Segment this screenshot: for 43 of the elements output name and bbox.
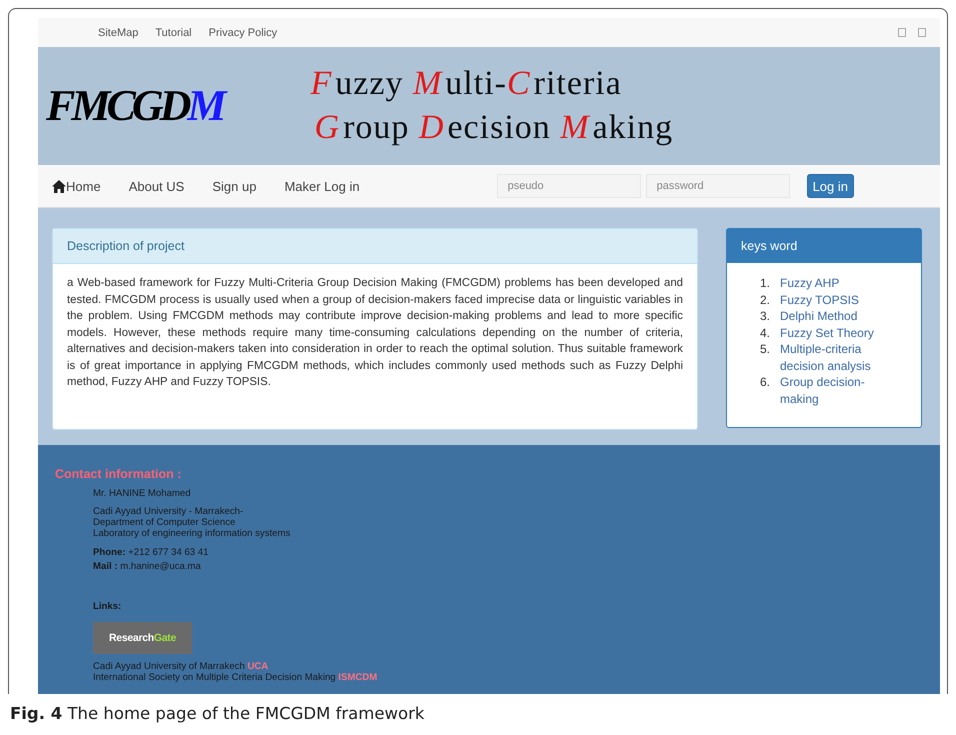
- keyword-link[interactable]: Group decision-making: [780, 374, 890, 407]
- figure-caption: Fig. 4 The home page of the FMCGDM framework: [10, 704, 426, 723]
- input-field[interactable]: pseudo: [496, 174, 641, 198]
- input-field[interactable]: password: [646, 174, 790, 198]
- keyword-link[interactable]: Delphi Method: [780, 308, 890, 324]
- contact-name: Mr. HANINE Mohamed: [93, 488, 192, 499]
- list-number: 6.: [760, 374, 772, 391]
- nav-link[interactable]: Sign up: [212, 178, 256, 194]
- square-icon[interactable]: [898, 28, 906, 37]
- banner-title: Group Decision Making: [314, 108, 674, 148]
- address-line: Cadi Ayyad University - Marrakech-: [93, 506, 244, 517]
- links-label: Links:: [93, 601, 122, 612]
- list-number: 5.: [760, 341, 772, 358]
- keyword-link[interactable]: Multiple-criteria decision analysis: [780, 341, 890, 374]
- banner-title: Fuzzy Multi-Criteria: [310, 64, 623, 104]
- link-line: International Society on Multiple Criteria Decision Making ISMCDM: [93, 672, 378, 683]
- panel-title: keys word: [727, 229, 921, 263]
- logo: FMCGDM: [45, 80, 226, 132]
- top-link[interactable]: SiteMap: [98, 26, 138, 38]
- login-button[interactable]: Log in: [806, 174, 854, 198]
- square-icon[interactable]: [918, 28, 926, 37]
- home-icon: [52, 180, 66, 192]
- keyword-link[interactable]: Fuzzy AHP: [780, 275, 890, 292]
- list-number: 4.: [760, 324, 772, 341]
- keyword-link[interactable]: Fuzzy TOPSIS: [780, 292, 890, 308]
- link-line: Cadi Ayyad University of Marrakech UCA: [93, 661, 270, 672]
- panel-title: Description of project: [53, 229, 697, 264]
- address-line: Laboratory of engineering information systems: [93, 528, 292, 539]
- nav-link[interactable]: About US: [128, 178, 184, 194]
- address-line: Department of Computer Science: [93, 517, 236, 528]
- list-number: 1.: [760, 275, 772, 292]
- description-text: a Web-based framework for Fuzzy Multi-Criteria Group Decision Making (FMCGDM) problems has been developed and tested. FMCGDM process is usually used when a group of decision-makers faced imprecise data or linguistic variables in the problem. Using FMCGDM methods may contribute improve decision-making problems and lead to more specific models. However, these methods require many time-consuming calculations depending on the number of criteria, alternatives and decision-makers taken into consideration in order to reach the optimal solution. Thus suitable framework is of great importance in applying FMCGDM methods, which includes commonly used methods such as Fuzzy Delphi method, Fuzzy AHP and Fuzzy TOPSIS.: [66, 276, 684, 390]
- nav-link[interactable]: Maker Log in: [284, 178, 360, 194]
- contact-heading: Contact information :: [55, 467, 182, 481]
- list-number: 2.: [760, 292, 772, 308]
- top-link[interactable]: Privacy Policy: [208, 26, 278, 38]
- keyword-link[interactable]: Fuzzy Set Theory: [780, 324, 890, 341]
- contact-line: Phone: +212 677 34 63 41: [93, 546, 210, 560]
- list-number: 3.: [760, 308, 772, 324]
- researchgate-link[interactable]: ResearchGate: [93, 622, 192, 654]
- nav-link[interactable]: Home: [52, 178, 101, 194]
- top-link[interactable]: Tutorial: [155, 26, 192, 38]
- contact-line: Mail : m.hanine@uca.ma: [93, 560, 202, 574]
